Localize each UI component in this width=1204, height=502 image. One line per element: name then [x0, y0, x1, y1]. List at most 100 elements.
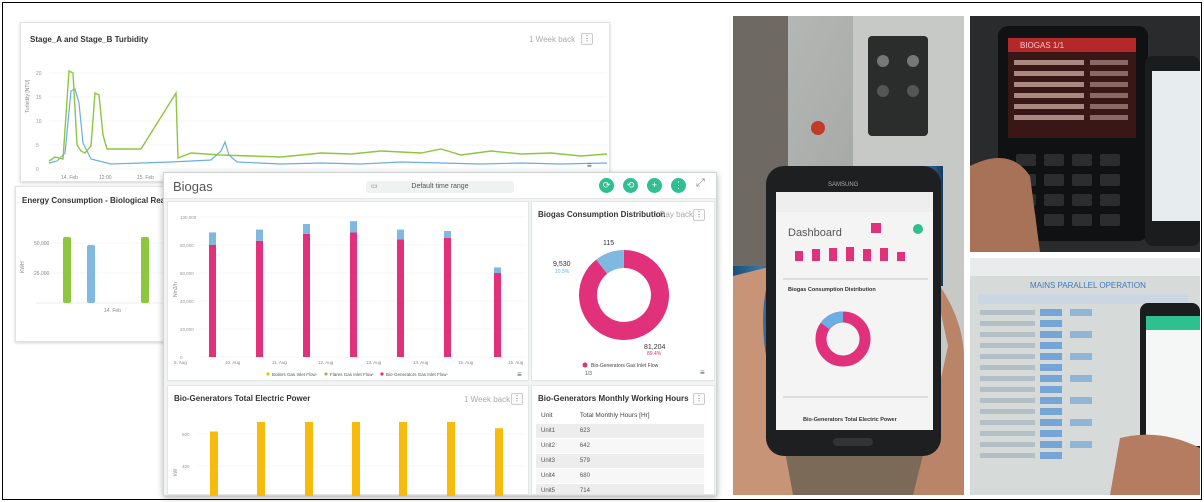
- turbidity-xtick: 14. Feb: [61, 175, 78, 181]
- add-widget-button[interactable]: +: [647, 178, 662, 193]
- fullscreen-icon[interactable]: ⤢: [696, 177, 705, 190]
- donut-label-mid: 9,530: [553, 261, 571, 268]
- gas-flow-chart: Nm3/h 100,00080,00060,00040,00020,0000 9…: [173, 215, 526, 377]
- table-cell: Unit2: [536, 438, 575, 454]
- scada-value-box: [1040, 364, 1062, 371]
- hours-menu-button[interactable]: ⋮: [693, 393, 705, 405]
- phone-dashboard-title: Dashboard: [788, 227, 842, 239]
- auto-refresh-button[interactable]: ⟲: [623, 178, 638, 193]
- scada-value-box: [1040, 309, 1062, 316]
- gas-flow-card: Nm3/h 100,000 80,000 60,000 40,000 20,000 0 9…: [167, 201, 529, 381]
- power-bar: [495, 428, 503, 496]
- hours-card: Bio-Generators Monthly Working Hours ⋮ U…: [531, 385, 715, 495]
- hmi-readout-line: [1014, 104, 1084, 109]
- scada-title: MAINS PARALLEL OPERATION: [1030, 281, 1146, 290]
- scada-label-line: [980, 376, 1035, 381]
- scada-label-line: [980, 332, 1035, 337]
- turbidity-ytick: 5: [36, 143, 39, 149]
- hmi-readout-line: [1090, 82, 1128, 87]
- gas-flow-bar-biogen: [256, 240, 263, 357]
- gas-flow-bar-boilers: [494, 267, 501, 273]
- gas-flow-bar-boilers: [209, 232, 216, 245]
- turbidity-series-a: [48, 69, 608, 162]
- gas-flow-export-icon[interactable]: ≡: [517, 370, 522, 379]
- hours-table: Unit Total Monthly Hours [Hr] Unit1 623 U…: [536, 408, 704, 494]
- hmi-key: [1072, 174, 1092, 186]
- legend-swatch: [582, 362, 588, 368]
- consumption-chart: 115 9,530 10.5% 81,204 89.4% Bio-Generat…: [553, 240, 669, 377]
- gas-flow-bar-boilers: [256, 229, 263, 241]
- energy-title: Energy Consumption - Biological Reac: [22, 196, 170, 205]
- scada-value-box: [1070, 441, 1092, 448]
- table-row: Unit2 642: [536, 438, 704, 454]
- scada-label-line: [980, 354, 1035, 359]
- gas-flow-legend-item: Boilers Gas Inlet Flow-: [272, 372, 318, 377]
- turbidity-xtick: 12:00: [99, 175, 112, 181]
- scada-label-line: [980, 442, 1035, 447]
- control-box: [868, 36, 928, 136]
- more-options-button[interactable]: ⋮: [671, 178, 686, 193]
- energy-bar: [63, 237, 71, 303]
- scada-label-line: [980, 387, 1035, 392]
- turbidity-export-icon[interactable]: ≡: [587, 161, 592, 170]
- table-row: Unit4 680: [536, 468, 704, 484]
- legend-swatch: [266, 372, 270, 376]
- turbidity-ytick: 10: [36, 119, 42, 125]
- energy-xtick: 14. Feb: [104, 308, 121, 314]
- scada-value-box: [1040, 353, 1062, 360]
- table-cell: Unit4: [536, 468, 575, 484]
- gas-flow-ytick: 80,000: [180, 243, 194, 248]
- phone-chart-bar: [795, 251, 803, 261]
- column-header: Unit: [541, 412, 553, 419]
- time-range-picker[interactable]: ▭ Default time range: [366, 181, 514, 193]
- gas-flow-xtick: 16. Aug: [508, 360, 524, 365]
- table-cell: Unit5: [536, 483, 575, 494]
- energy-panel: Energy Consumption - Biological Reac KWH…: [15, 186, 176, 342]
- scada-value-box: [1040, 331, 1062, 338]
- energy-ytick: 25,000: [34, 271, 50, 277]
- gas-flow-bar-biogen: [444, 238, 451, 357]
- legend-swatch: [324, 372, 328, 376]
- calendar-icon: ▭: [371, 183, 378, 190]
- consumption-card: Biogas Consumption Distribution 1 Day ba…: [531, 201, 715, 381]
- scada-value-box: [1040, 342, 1062, 349]
- phone-footer-title: Bio-Generators Total Electric Power: [803, 417, 898, 423]
- biogas-dashboard-window: Biogas ▭ Default time range ⟳ ⟲ + ⋮ ⤢ Nm…: [163, 172, 717, 496]
- phone-brand: SAMSUNG: [828, 182, 859, 188]
- hmi-photo-illustration: BIOGAS 1/1: [970, 16, 1200, 252]
- scada-value-box: [1040, 441, 1062, 448]
- gas-flow-bar-boilers: [350, 221, 357, 233]
- gas-flow-ytick: 60,000: [180, 271, 194, 276]
- scada-label-line: [980, 321, 1035, 326]
- energy-bar: [87, 245, 95, 303]
- hmi-readout-line: [1090, 93, 1128, 98]
- gas-flow-bar-boilers: [444, 231, 451, 238]
- gas-flow-bar-biogen: [397, 239, 404, 357]
- scada-photo-illustration: MAINS PARALLEL OPERATION: [970, 258, 1200, 495]
- gas-flow-xtick: 15. Aug: [458, 360, 474, 365]
- consumption-export-icon[interactable]: ≡: [700, 368, 705, 377]
- gas-flow-xtick: 10. Aug: [225, 360, 241, 365]
- phone-photo-illustration: SAMSUNG Dashboard Biogas Consumption Dis…: [733, 16, 964, 495]
- gas-flow-bar-biogen: [494, 273, 501, 357]
- table-cell: Unit3: [536, 453, 575, 469]
- scada-label-line: [980, 365, 1035, 370]
- hmi-key: [1044, 174, 1064, 186]
- power-card: Bio-Generators Total Electric Power 1 We…: [167, 385, 529, 496]
- donut-slice-boilers: [596, 250, 625, 275]
- hmi-readout-line: [1090, 71, 1128, 76]
- energy-ylabel: KWH: [20, 261, 26, 273]
- scada-label-line: [980, 409, 1035, 414]
- hmi-readout-line: [1014, 93, 1084, 98]
- phone-chart-bar: [812, 249, 820, 261]
- scada-value-box: [1040, 430, 1062, 437]
- table-cell: 714: [574, 483, 704, 494]
- scada-label-line: [980, 398, 1035, 403]
- gas-flow-ylabel: Nm3/h: [173, 282, 179, 297]
- table-cell: 680: [574, 468, 704, 484]
- refresh-button[interactable]: ⟳: [599, 178, 614, 193]
- hmi-key: [1044, 194, 1064, 206]
- table-cell: 642: [574, 438, 704, 454]
- scada-value-box: [1040, 419, 1062, 426]
- gas-flow-xtick: 12. Aug: [318, 360, 334, 365]
